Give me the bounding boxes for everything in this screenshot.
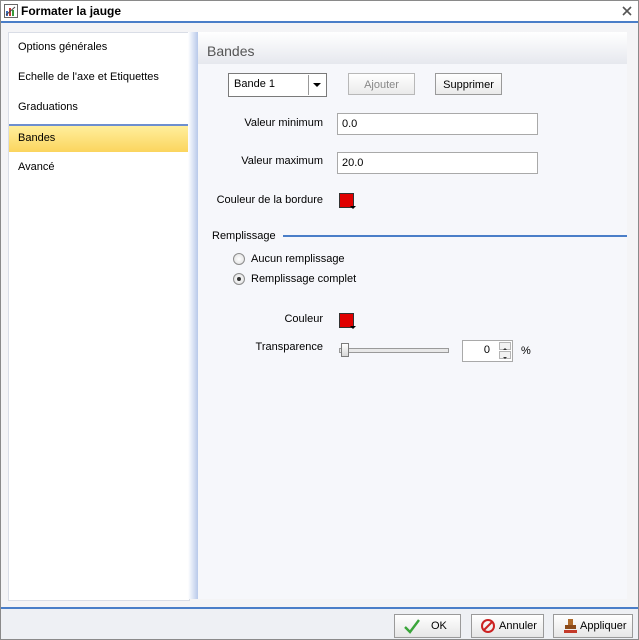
transparency-label: Transparence (255, 341, 323, 353)
border-color-label: Couleur de la bordure (216, 194, 323, 206)
fill-section-title: Remplissage (212, 230, 276, 242)
percent-unit: % (521, 345, 531, 357)
max-value-label: Valeur maximum (241, 155, 323, 167)
radio-selected-dot (237, 277, 241, 281)
full-fill-radio[interactable] (233, 273, 245, 285)
max-value-field[interactable]: 20.0 (337, 152, 538, 174)
chevron-down-icon[interactable] (308, 75, 325, 95)
transparency-value: 0 (483, 344, 490, 356)
apply-stamp-icon (564, 619, 577, 633)
close-icon[interactable] (620, 4, 634, 18)
sidebar-item-general-options[interactable]: Options générales (9, 33, 189, 61)
transparency-stepper[interactable]: 0 (462, 340, 513, 362)
fill-color-picker[interactable] (339, 313, 356, 329)
apply-label: Appliquer (580, 620, 627, 632)
sidebar-item-label: Options générales (18, 41, 108, 53)
band-select-value: Bande 1 (234, 78, 275, 90)
stepper-down-icon[interactable] (499, 351, 511, 359)
sidebar: Options générales Echelle de l'axe et Et… (8, 32, 190, 601)
band-select[interactable]: Bande 1 (228, 73, 327, 97)
no-fill-radio[interactable] (233, 253, 245, 265)
bands-panel: Bandes Bande 1 Ajouter Supprimer Valeur … (198, 32, 627, 599)
gauge-chart-icon (4, 4, 18, 18)
full-fill-label: Remplissage complet (251, 273, 357, 285)
panel-header: Bandes (198, 32, 627, 64)
check-icon (404, 619, 420, 634)
title-separator (1, 21, 638, 23)
sidebar-item-label: Graduations (18, 101, 78, 113)
no-fill-label: Aucun remplissage (251, 253, 345, 265)
dropdown-arrow-icon (350, 206, 356, 209)
sidebar-item-advanced[interactable]: Avancé (9, 153, 189, 181)
add-band-button[interactable]: Ajouter (348, 73, 415, 95)
ok-label: OK (431, 620, 447, 632)
sidebar-item-label: Avancé (18, 161, 55, 173)
format-gauge-dialog: Formater la jauge Options générales Eche… (0, 0, 639, 640)
min-value-label: Valeur minimum (244, 117, 323, 129)
fill-color-label: Couleur (284, 313, 323, 325)
min-value-field[interactable]: 0.0 (337, 113, 538, 135)
sidebar-item-label: Echelle de l'axe et Etiquettes (18, 71, 159, 83)
stepper-up-icon[interactable] (499, 342, 511, 350)
cancel-icon (481, 619, 495, 633)
transparency-slider-thumb[interactable] (341, 343, 349, 357)
footer: OK Annuler Appliquer (1, 609, 638, 639)
border-color-picker[interactable] (339, 193, 356, 209)
section-divider (283, 235, 627, 237)
apply-button[interactable]: Appliquer (553, 614, 633, 638)
cancel-label: Annuler (499, 620, 537, 632)
sidebar-item-ticks[interactable]: Graduations (9, 93, 189, 121)
add-band-label: Ajouter (364, 79, 399, 91)
panel-title: Bandes (207, 43, 255, 59)
splitter[interactable] (188, 32, 198, 599)
delete-band-label: Supprimer (443, 79, 494, 91)
cancel-button[interactable]: Annuler (471, 614, 544, 638)
sidebar-item-bands[interactable]: Bandes (9, 124, 189, 152)
title-bar: Formater la jauge (1, 1, 638, 21)
transparency-slider-track[interactable] (339, 348, 449, 353)
sidebar-item-label: Bandes (18, 132, 56, 144)
delete-band-button[interactable]: Supprimer (435, 73, 502, 95)
ok-button[interactable]: OK (394, 614, 461, 638)
sidebar-item-axis-scale[interactable]: Echelle de l'axe et Etiquettes (9, 63, 189, 91)
dropdown-arrow-icon (350, 326, 356, 329)
dialog-title: Formater la jauge (21, 4, 122, 18)
